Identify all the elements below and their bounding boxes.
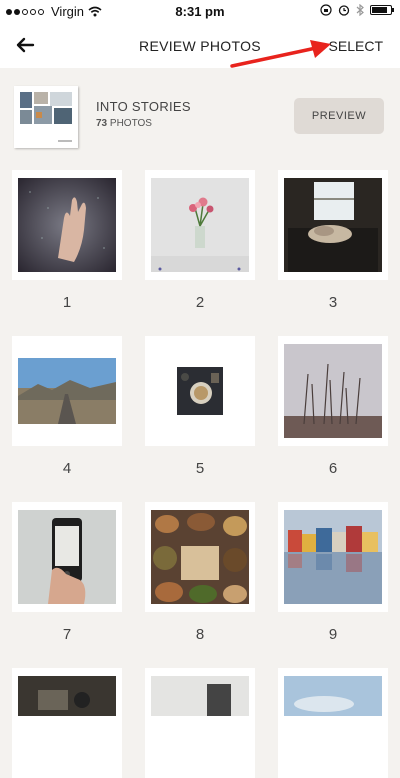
photo-tile-3[interactable] [278,170,388,280]
photo-number-6: 6 [328,460,338,477]
album-title: INTO STORIES [96,99,191,114]
photo-number-5: 5 [195,460,205,477]
photo-tile-6[interactable] [278,336,388,446]
photo-number-4: 4 [62,460,72,477]
photo-number-9: 9 [328,626,338,643]
photo-number-3: 3 [328,294,338,311]
photo-colorful-houses [284,510,382,604]
photo-food-bowl [177,367,223,415]
preview-button[interactable]: PREVIEW [294,98,384,134]
album-count-number: 73 [96,118,108,129]
photo-gray-wall [151,676,249,716]
photo-tile-9[interactable] [278,502,388,612]
photo-sky [284,676,382,716]
annotation-arrow-icon [230,40,331,68]
photo-grass-dusk [284,344,382,438]
photo-number-7: 7 [62,626,72,643]
photo-mountain-road [18,358,116,424]
album-photo-count: 73 PHOTOS [96,118,152,129]
battery-fill [372,7,388,13]
photo-camera-desk [18,676,116,716]
photo-tile-5[interactable] [145,336,255,446]
photo-tile-8[interactable] [145,502,255,612]
status-right [320,4,394,16]
photo-number-1: 1 [62,294,72,311]
status-bar: Virgin 8:31 pm [0,0,400,22]
photo-tile-10[interactable] [12,668,122,778]
orientation-lock-icon [320,4,332,16]
photo-tile-12[interactable] [278,668,388,778]
photo-flowers-vase [151,178,249,272]
album-count-label: PHOTOS [109,118,152,129]
photo-dog-window [284,178,382,272]
photo-number-2: 2 [195,294,205,311]
album-thumbnail[interactable] [14,86,78,148]
battery-icon [370,5,394,15]
photo-tile-4[interactable] [12,336,122,446]
photo-tile-7[interactable] [12,502,122,612]
photo-hand-window [18,178,116,272]
album-collage-image [20,92,72,142]
header-bar: REVIEW PHOTOS SELECT [0,22,400,68]
photo-tile-1[interactable] [12,170,122,280]
photo-tile-11[interactable] [145,668,255,778]
photo-spice-market [151,510,249,604]
alarm-icon [338,5,350,16]
photo-tile-2[interactable] [145,170,255,280]
bluetooth-icon [356,4,364,16]
photo-number-8: 8 [195,626,205,643]
photo-phone-hand [18,510,116,604]
